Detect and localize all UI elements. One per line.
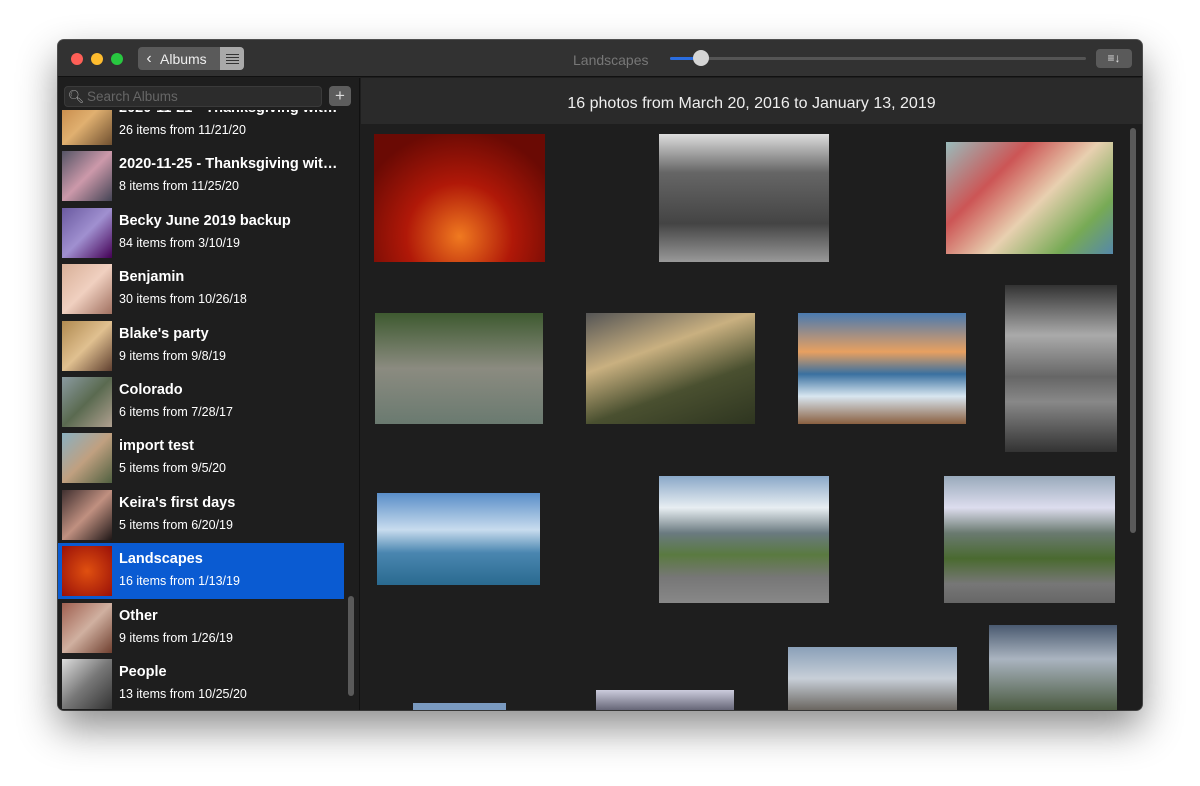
album-row[interactable]: Colorado 6 items from 7/28/17 [58,374,344,430]
album-thumbnail [62,264,112,315]
album-row[interactable]: Landscapes 16 items from 1/13/19 [58,543,344,600]
album-subtitle: 26 items from 11/21/20 [119,123,246,137]
sort-button[interactable]: ≡↓ [1096,49,1132,68]
album-thumbnail [62,377,112,427]
photo-thumbnail[interactable] [377,493,540,585]
album-row[interactable]: import test 5 items from 9/5/20 [58,430,344,486]
album-title: Blake's party [119,325,209,342]
album-subtitle: 5 items from 9/5/20 [119,461,226,476]
album-row[interactable]: People 13 items from 10/25/20 [58,656,344,710]
album-row[interactable]: Other 9 items from 1/26/19 [58,600,344,656]
album-subtitle: 6 items from 7/28/17 [119,405,233,419]
photo-thumbnail[interactable] [586,313,755,424]
zoom-button[interactable] [111,53,123,65]
album-subtitle: 9 items from 1/26/19 [119,630,233,645]
album-thumbnail [62,151,112,202]
photo-thumbnail[interactable] [788,647,957,710]
album-row[interactable]: 2020-11-21 - Thanksgiving with... 26 ite… [58,110,344,148]
photo-thumbnail[interactable] [659,476,829,603]
album-title: import test [119,438,194,455]
photo-thumbnail[interactable] [375,313,543,424]
album-thumbnail [62,546,112,597]
album-thumbnail [62,110,112,145]
search-input[interactable]: 🔍︎ Search Albums [64,86,322,107]
minimize-button[interactable] [91,53,103,65]
sort-icon: ≡↓ [1107,51,1121,65]
close-button[interactable] [71,53,83,65]
album-title: Other [119,607,158,624]
album-subtitle: 13 items from 10/25/20 [119,687,247,701]
album-subtitle: 16 items from 1/13/19 [119,574,240,589]
albums-back-button[interactable]: ‹ Albums [138,47,244,70]
photo-thumbnail[interactable] [596,690,734,710]
album-subtitle: 9 items from 9/8/19 [119,348,226,363]
title-bar: ‹ Albums Landscapes ≡↓ [58,40,1142,77]
photo-thumbnail[interactable] [989,625,1117,710]
album-thumbnail [62,207,112,258]
photo-thumbnail[interactable] [659,134,829,262]
photo-thumbnail[interactable] [944,476,1115,603]
photo-thumbnail[interactable] [1005,285,1117,452]
album-row[interactable]: Blake's party 9 items from 9/8/19 [58,318,344,374]
album-thumbnail [62,489,112,540]
back-label: Albums [160,50,207,67]
photo-thumbnail[interactable] [798,313,966,424]
album-title: Becky June 2019 backup [119,212,291,229]
thumbnail-size-slider[interactable] [670,50,1086,66]
search-placeholder: Search Albums [87,89,178,104]
list-view-icon[interactable] [220,47,244,70]
album-thumbnail [62,602,112,653]
album-row[interactable]: Keira's first days 5 items from 6/20/19 [58,487,344,543]
album-title: 2020-11-21 - Thanksgiving with... [119,110,343,116]
album-thumbnail [62,659,112,709]
photo-thumbnail[interactable] [946,142,1113,254]
photo-grid-pane: 16 photos from March 20, 2016 to January… [361,78,1142,710]
photo-grid-scrollbar[interactable] [1130,128,1136,533]
sidebar-scrollbar[interactable] [348,596,354,696]
photos-summary: 16 photos from March 20, 2016 to January… [361,78,1142,124]
album-title: Colorado [119,382,183,398]
album-subtitle: 84 items from 3/10/19 [119,235,240,250]
photo-thumbnail[interactable] [413,703,506,710]
app-window: ‹ Albums Landscapes ≡↓ 🔍︎ Search Albums … [58,40,1142,710]
album-title: Landscapes [119,551,203,568]
album-title: 2020-11-25 - Thanksgiving with... [119,156,343,173]
search-icon: 🔍︎ [67,88,85,104]
album-title: Keira's first days [119,494,236,511]
album-subtitle: 5 items from 6/20/19 [119,517,233,532]
slider-knob[interactable] [693,50,710,66]
album-title: Benjamin [119,269,185,286]
album-thumbnail [62,320,112,371]
add-album-button[interactable]: + [329,86,351,106]
album-title: People [119,664,167,680]
album-row[interactable]: 2020-11-25 - Thanksgiving with... 8 item… [58,148,344,204]
album-row[interactable]: Becky June 2019 backup 84 items from 3/1… [58,205,344,261]
window-title: Landscapes [573,52,649,68]
album-row[interactable]: Benjamin 30 items from 10/26/18 [58,261,344,317]
album-subtitle: 30 items from 10/26/18 [119,292,247,307]
sidebar: 🔍︎ Search Albums + 2020-11-21 - Thanksgi… [58,78,360,710]
photo-thumbnail[interactable] [374,134,545,262]
album-thumbnail [62,433,112,484]
album-subtitle: 8 items from 11/25/20 [119,179,239,194]
album-list: 2020-11-21 - Thanksgiving with... 26 ite… [58,110,344,710]
chevron-left-icon: ‹ [146,49,152,67]
